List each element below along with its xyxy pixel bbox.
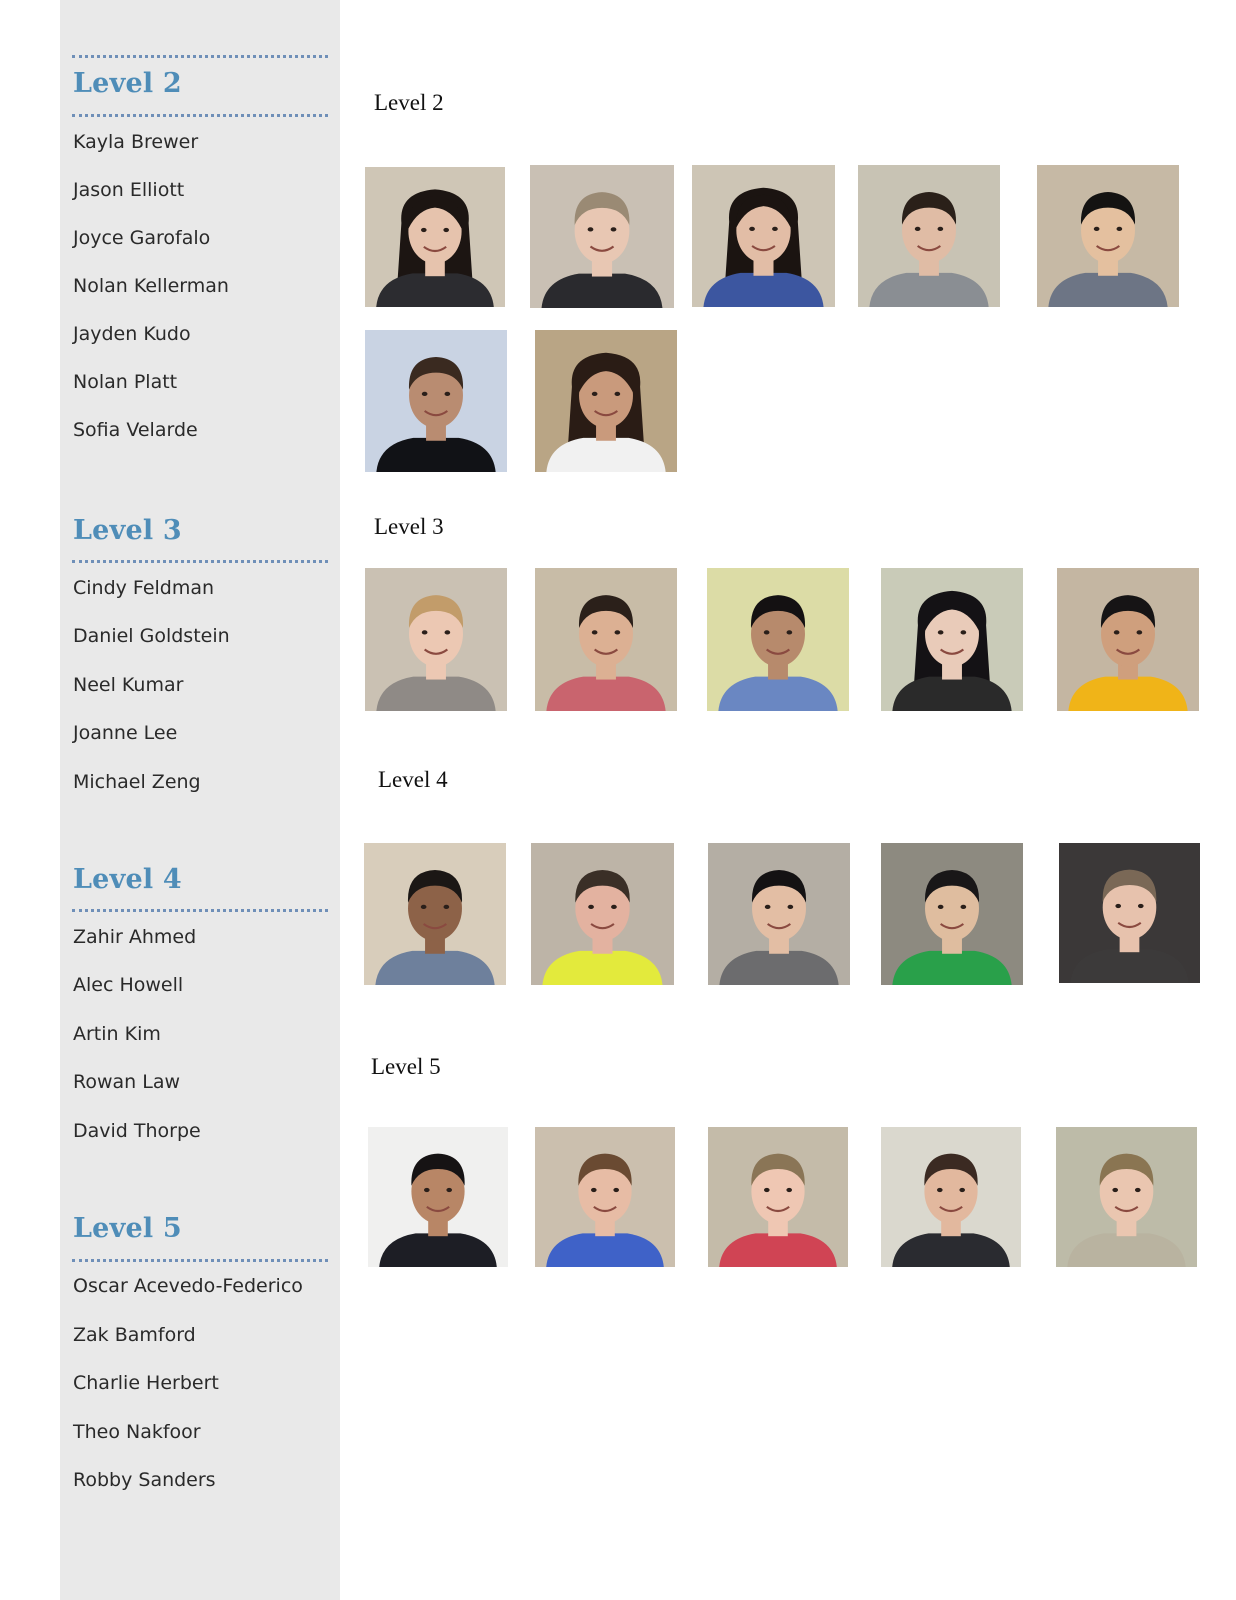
portrait-image <box>707 568 849 711</box>
student-name: Zahir Ahmed <box>73 926 197 948</box>
student-name: Neel Kumar <box>73 674 184 696</box>
student-name: Oscar Acevedo-Federico <box>73 1275 303 1297</box>
student-photo <box>708 843 850 985</box>
student-name: Joyce Garofalo <box>73 227 211 249</box>
student-name: Daniel Goldstein <box>73 625 230 647</box>
portrait-image <box>881 568 1023 711</box>
student-photo <box>1056 1127 1197 1267</box>
student-name: Sofia Velarde <box>73 419 198 441</box>
student-photo <box>858 165 1000 307</box>
student-name: Alec Howell <box>73 974 184 996</box>
sidebar-heading-level-2: Level 2 <box>73 68 182 99</box>
gallery-heading-level-5: Level 5 <box>371 1054 441 1079</box>
student-name: Joanne Lee <box>73 722 178 744</box>
student-photo <box>364 843 506 985</box>
section-divider <box>72 909 328 912</box>
portrait-image <box>365 167 505 307</box>
student-photo <box>1057 568 1199 711</box>
portrait-image <box>1057 568 1199 711</box>
portrait-image <box>365 568 507 711</box>
gallery-heading-level-4: Level 4 <box>378 767 448 792</box>
portrait-image <box>365 330 507 472</box>
student-name: Artin Kim <box>73 1023 161 1045</box>
portrait-image <box>535 568 677 711</box>
student-photo <box>535 330 677 472</box>
portrait-image <box>858 165 1000 307</box>
sidebar-heading-level-4: Level 4 <box>73 864 182 895</box>
portrait-image <box>708 843 850 985</box>
student-photo <box>708 1127 848 1267</box>
gallery-heading-level-3: Level 3 <box>374 514 444 539</box>
student-name: Charlie Herbert <box>73 1372 219 1394</box>
student-photo <box>531 843 674 985</box>
student-photo <box>368 1127 508 1267</box>
student-name: Cindy Feldman <box>73 577 215 599</box>
portrait-image <box>364 843 506 985</box>
section-divider <box>72 114 328 117</box>
portrait-image <box>692 165 835 307</box>
student-name: Jayden Kudo <box>73 323 191 345</box>
student-photo <box>692 165 835 307</box>
student-photo <box>1037 165 1179 307</box>
student-name: Nolan Platt <box>73 371 178 393</box>
student-photo <box>881 1127 1021 1267</box>
student-photo <box>881 843 1023 985</box>
student-photo <box>1059 843 1200 983</box>
portrait-image <box>881 843 1023 985</box>
level-roster-sidebar: Level 2 Kayla Brewer Jason Elliott Joyce… <box>60 0 340 1600</box>
portrait-image <box>535 1127 675 1267</box>
portrait-image <box>1037 165 1179 307</box>
sidebar-heading-level-5: Level 5 <box>73 1213 182 1244</box>
student-name: Zak Bamford <box>73 1324 196 1346</box>
portrait-image <box>708 1127 848 1267</box>
student-photo <box>535 1127 675 1267</box>
student-photo <box>365 330 507 472</box>
section-divider <box>72 1259 328 1262</box>
student-name: Jason Elliott <box>73 179 185 201</box>
student-photo <box>365 568 507 711</box>
gallery-heading-level-2: Level 2 <box>374 90 444 115</box>
portrait-image <box>531 843 674 985</box>
student-name: Michael Zeng <box>73 771 201 793</box>
portrait-image <box>535 330 677 472</box>
student-photo <box>707 568 849 711</box>
section-divider <box>72 560 328 563</box>
student-name: Theo Nakfoor <box>73 1421 201 1443</box>
portrait-image <box>368 1127 508 1267</box>
student-name: David Thorpe <box>73 1120 201 1142</box>
portrait-image <box>1059 843 1200 983</box>
student-photo <box>530 165 674 308</box>
student-name: Nolan Kellerman <box>73 275 229 297</box>
sidebar-heading-level-3: Level 3 <box>73 515 182 546</box>
student-name: Rowan Law <box>73 1071 181 1093</box>
portrait-image <box>1056 1127 1197 1267</box>
student-name: Kayla Brewer <box>73 131 199 153</box>
portrait-image <box>530 165 674 308</box>
student-photo <box>535 568 677 711</box>
student-photo <box>881 568 1023 711</box>
student-name: Robby Sanders <box>73 1469 216 1491</box>
portrait-image <box>881 1127 1021 1267</box>
student-photo <box>365 167 505 307</box>
section-divider <box>72 55 328 58</box>
